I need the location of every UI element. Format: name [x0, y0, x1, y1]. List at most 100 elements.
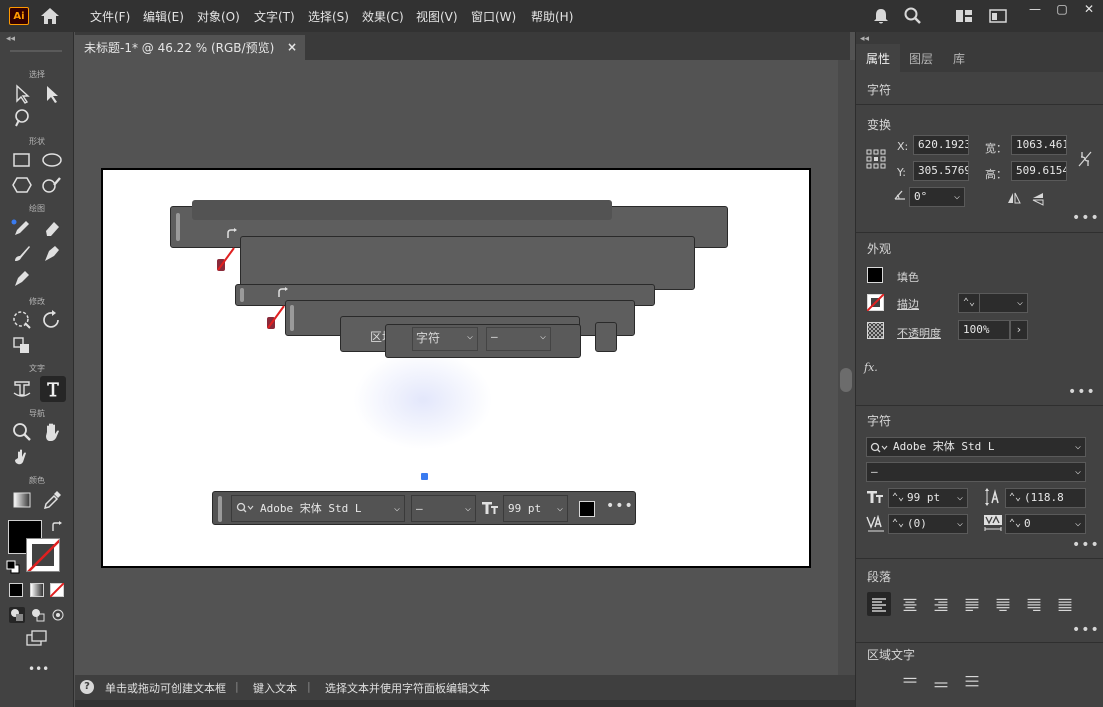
- pen-tool-icon[interactable]: [40, 241, 64, 265]
- character-more-button[interactable]: •••: [1072, 537, 1100, 553]
- fx-button[interactable]: fx.: [864, 361, 878, 374]
- align-top-icon[interactable]: [899, 672, 921, 694]
- help-icon[interactable]: ?: [80, 680, 94, 694]
- collapse-right-icon[interactable]: ◂◂: [860, 34, 869, 44]
- minimize-button[interactable]: —: [1020, 0, 1050, 18]
- justify-left-icon[interactable]: [961, 593, 983, 615]
- tracking-dropdown[interactable]: ⌃⌄ 0 ⌵: [1005, 514, 1086, 534]
- direct-selection-tool-icon[interactable]: [40, 82, 64, 106]
- tab-libraries[interactable]: 库: [953, 50, 965, 67]
- font-family-dropdown[interactable]: Adobe 宋体 Std L ⌵: [231, 495, 405, 522]
- menu-type[interactable]: 文字(T): [254, 8, 295, 25]
- fill-color-swatch[interactable]: [579, 501, 595, 517]
- justify-center-icon[interactable]: [992, 593, 1014, 615]
- constrain-proportions-icon[interactable]: [1077, 150, 1093, 168]
- font-size-dropdown[interactable]: 99 pt ⌵: [503, 495, 568, 522]
- justify-all-icon[interactable]: [1054, 593, 1076, 615]
- arrange-docs-icon[interactable]: [988, 6, 1008, 26]
- blob-brush-tool-icon[interactable]: [10, 266, 34, 290]
- maximize-button[interactable]: ▢: [1047, 0, 1077, 18]
- stroke-swatch[interactable]: [26, 538, 60, 572]
- tab-layers[interactable]: 图层: [909, 50, 933, 67]
- draw-normal-icon[interactable]: [9, 607, 25, 623]
- screen-mode-icon[interactable]: [25, 630, 49, 648]
- menu-file[interactable]: 文件(F): [90, 8, 130, 25]
- color-mode-icon[interactable]: [9, 583, 23, 597]
- rotate-view-tool-icon[interactable]: [10, 445, 34, 469]
- canvas-area[interactable]: 区域文 字符 ⌵ –⌵: [75, 60, 838, 675]
- width-field[interactable]: 1063.461: [1011, 135, 1067, 155]
- paragraph-more-button[interactable]: •••: [1072, 622, 1100, 638]
- search-icon[interactable]: [903, 6, 923, 26]
- eraser-tool-icon[interactable]: [40, 216, 64, 240]
- taskbar-grip[interactable]: [218, 496, 222, 522]
- free-transform-tool-icon[interactable]: [10, 333, 34, 357]
- tab-properties[interactable]: 属性: [866, 50, 890, 67]
- rotate-angle-dropdown[interactable]: 0° ⌵: [909, 187, 965, 207]
- default-colors-icon[interactable]: [6, 560, 20, 574]
- swap-colors-icon[interactable]: [50, 520, 64, 534]
- shaper-tool-icon[interactable]: [40, 173, 64, 197]
- appearance-more-button[interactable]: •••: [1068, 384, 1096, 400]
- height-field[interactable]: 509.6154: [1011, 161, 1067, 181]
- menu-select[interactable]: 选择(S): [308, 8, 349, 25]
- bell-icon[interactable]: [871, 6, 891, 26]
- y-field[interactable]: 305.5769: [913, 161, 969, 181]
- pencil-tool-icon[interactable]: [10, 216, 34, 240]
- hand-tool-icon[interactable]: [40, 420, 64, 444]
- draw-behind-icon[interactable]: [30, 607, 46, 623]
- zoom-tool-icon[interactable]: [10, 420, 34, 444]
- panel-font-family-dropdown[interactable]: Adobe 宋体 Std L ⌵: [866, 437, 1086, 457]
- opacity-arrow-button[interactable]: ›: [1010, 320, 1028, 340]
- selection-tool-icon[interactable]: [10, 82, 34, 106]
- flip-horizontal-icon[interactable]: [1006, 191, 1022, 205]
- stepper-arrows-icon[interactable]: ⌃⌄: [963, 294, 975, 312]
- grip-handle[interactable]: [10, 50, 62, 52]
- align-right-icon[interactable]: [930, 593, 952, 615]
- menu-view[interactable]: 视图(V): [416, 8, 458, 25]
- transform-more-button[interactable]: •••: [1072, 210, 1100, 226]
- menu-help[interactable]: 帮助(H): [531, 8, 573, 25]
- stepper-arrows-icon[interactable]: ⌃⌄: [1009, 489, 1021, 507]
- text-cursor-anchor[interactable]: [421, 473, 428, 480]
- stroke-swatch-panel[interactable]: [867, 294, 884, 311]
- panel-font-style-dropdown[interactable]: – ⌵: [866, 462, 1086, 482]
- polygon-tool-icon[interactable]: [10, 173, 34, 197]
- eyedropper-tool-icon[interactable]: [40, 488, 64, 512]
- stepper-arrows-icon[interactable]: ⌃⌄: [1009, 515, 1021, 533]
- vertical-scrollbar[interactable]: [838, 60, 855, 675]
- none-mode-icon[interactable]: [50, 583, 64, 597]
- document-tab[interactable]: 未标题-1* @ 46.22 % (RGB/预览) ×: [75, 35, 305, 60]
- close-tab-icon[interactable]: ×: [287, 40, 297, 54]
- home-icon[interactable]: [39, 6, 61, 26]
- rotate-tool-icon[interactable]: [40, 308, 64, 332]
- opacity-field[interactable]: 100%: [958, 320, 1010, 340]
- font-style-dropdown[interactable]: – ⌵: [411, 495, 476, 522]
- justify-right-icon[interactable]: [1023, 593, 1045, 615]
- touch-type-tool-icon[interactable]: [10, 376, 34, 400]
- scroll-thumb[interactable]: [840, 368, 852, 392]
- align-middle-icon[interactable]: [930, 672, 952, 694]
- edit-toolbar-button[interactable]: •••: [28, 662, 49, 676]
- opacity-label[interactable]: 不透明度: [897, 325, 941, 341]
- collapse-icon[interactable]: ◂◂: [6, 34, 15, 44]
- panel-font-size-dropdown[interactable]: ⌃⌄ 99 pt ⌵: [888, 488, 968, 508]
- fill-swatch-panel[interactable]: [867, 267, 883, 283]
- flip-vertical-icon[interactable]: [1031, 191, 1045, 207]
- stroke-weight-stepper[interactable]: ⌃⌄ ⌵: [958, 293, 1028, 313]
- stroke-label[interactable]: 描边: [897, 296, 919, 312]
- workspace-icon[interactable]: [954, 6, 974, 26]
- kerning-dropdown[interactable]: ⌃⌄ (0) ⌵: [888, 514, 968, 534]
- type-tool-active[interactable]: [40, 376, 66, 402]
- x-field[interactable]: 620.1923: [913, 135, 969, 155]
- rectangle-tool-icon[interactable]: [10, 148, 34, 172]
- more-options-button[interactable]: •••: [606, 498, 634, 514]
- align-left-button[interactable]: [867, 592, 891, 616]
- leading-dropdown[interactable]: ⌃⌄ (118.8: [1005, 488, 1086, 508]
- stepper-arrows-icon[interactable]: ⌃⌄: [892, 489, 904, 507]
- magic-wand-tool-icon[interactable]: [10, 106, 34, 130]
- warp-tool-icon[interactable]: [10, 308, 34, 332]
- close-window-button[interactable]: ✕: [1074, 0, 1103, 18]
- reference-point-icon[interactable]: [866, 149, 886, 169]
- stepper-arrows-icon[interactable]: ⌃⌄: [892, 515, 904, 533]
